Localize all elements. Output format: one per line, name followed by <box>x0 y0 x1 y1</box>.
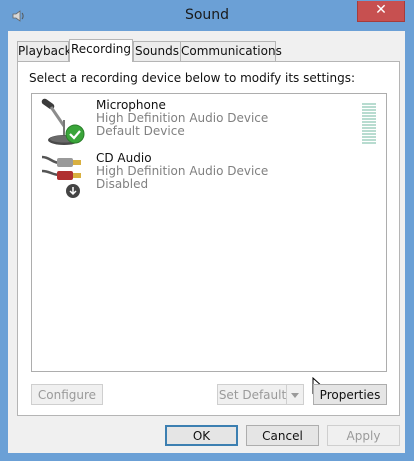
level-meter <box>362 103 376 145</box>
device-item-cd-audio[interactable]: CD Audio High Definition Audio Device Di… <box>32 148 372 200</box>
device-name: Microphone <box>96 98 166 112</box>
instruction-text: Select a recording device below to modif… <box>29 71 356 85</box>
close-button[interactable]: ✕ <box>357 1 405 22</box>
device-driver: High Definition Audio Device <box>96 111 269 125</box>
set-default-label: Set Default <box>218 388 287 402</box>
title-bar[interactable]: Sound ✕ <box>1 1 413 31</box>
device-status: Disabled <box>96 177 149 191</box>
rca-cable-icon <box>41 155 81 198</box>
tab-playback[interactable]: Playback <box>17 41 72 61</box>
microphone-icon <box>41 98 85 145</box>
set-default-dropdown-icon[interactable] <box>286 385 303 404</box>
configure-button[interactable]: Configure <box>31 384 103 405</box>
tab-communications[interactable]: Communications <box>180 41 282 61</box>
device-driver: High Definition Audio Device <box>96 164 269 178</box>
device-status: Default Device <box>96 124 185 138</box>
device-item-microphone[interactable]: Microphone High Definition Audio Device … <box>32 95 376 147</box>
device-list[interactable]: Microphone High Definition Audio Device … <box>31 93 387 396</box>
tab-sounds[interactable]: Sounds <box>133 41 181 61</box>
check-badge <box>65 124 85 144</box>
cancel-button[interactable]: Cancel <box>246 425 319 446</box>
apply-button[interactable]: Apply <box>327 425 400 446</box>
sound-dialog: Sound ✕ Playback Recording Sounds Commun… <box>0 0 414 461</box>
ok-button[interactable]: OK <box>165 425 238 446</box>
dialog-client: Playback Recording Sounds Communications… <box>8 31 405 453</box>
tab-recording[interactable]: Recording <box>69 39 133 62</box>
set-default-button[interactable]: Set Default <box>217 384 304 405</box>
properties-button[interactable]: Properties <box>313 384 387 405</box>
window-title: Sound <box>184 7 230 23</box>
recording-tab-panel: Select a recording device below to modif… <box>17 61 400 416</box>
device-name: CD Audio <box>96 151 152 165</box>
